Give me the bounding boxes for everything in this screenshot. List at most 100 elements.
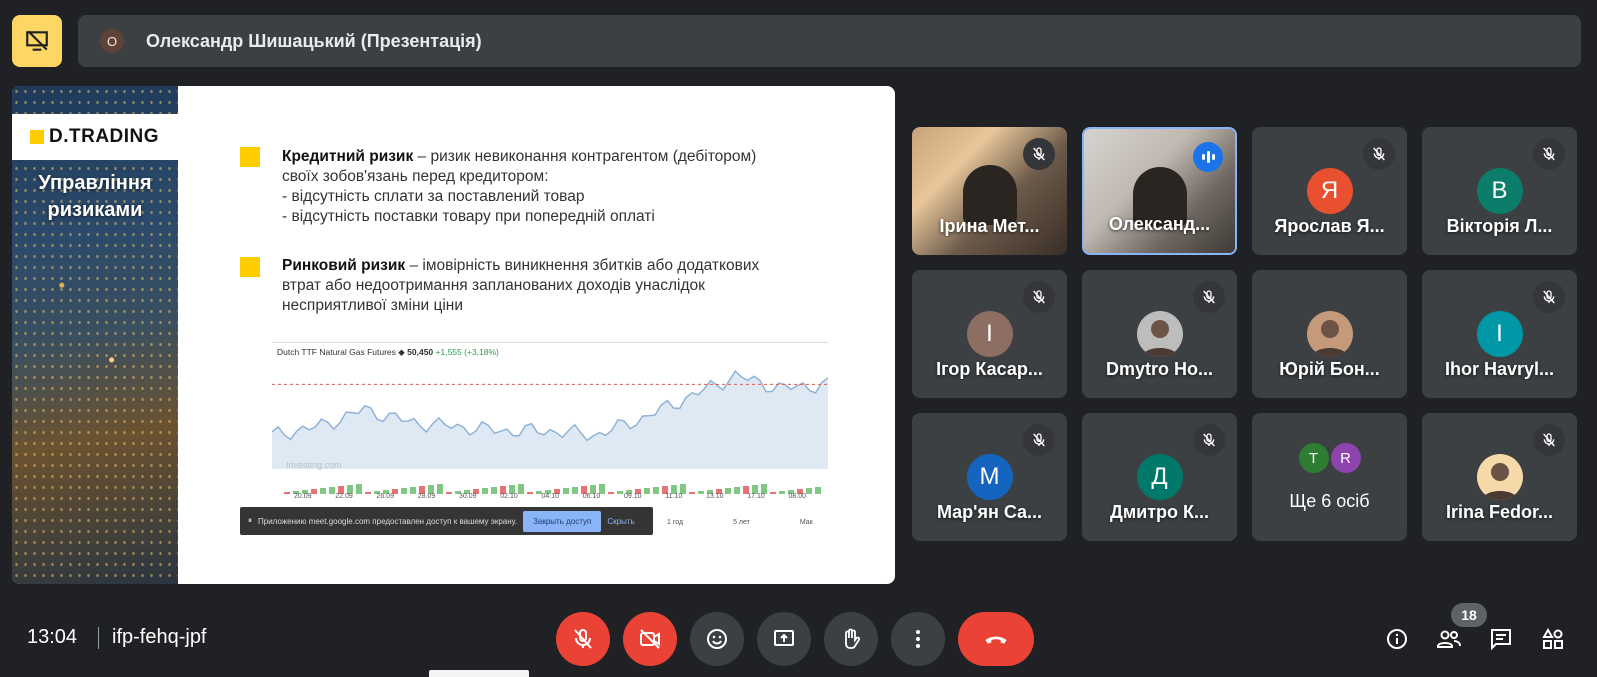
- tooltip: [429, 670, 529, 677]
- chart-title: Dutch TTF Natural Gas Futures ◆ 50,450 +…: [277, 347, 499, 357]
- chart-x-label: 17.10: [747, 493, 765, 500]
- avatar: Д: [1136, 454, 1183, 500]
- participant-name: Мар'ян Са...: [936, 502, 1043, 522]
- mic-muted-icon: [1023, 138, 1055, 170]
- avatar: І: [966, 311, 1013, 357]
- participant-name: Юрій Бон...: [1279, 359, 1380, 379]
- participant-name: Irina Fedor...: [1445, 502, 1554, 522]
- participant-tile[interactable]: Олександ...: [1082, 127, 1237, 255]
- activities-button[interactable]: [1538, 624, 1568, 654]
- chart-x-label: 20.09: [294, 493, 312, 500]
- credit-risk-paragraph: Кредитний ризик – ризик невиконання конт…: [282, 148, 757, 225]
- presenter-avatar: О: [100, 29, 124, 53]
- stop-sharing-button[interactable]: Закрыть доступ: [523, 510, 602, 532]
- mic-muted-icon: [1193, 424, 1225, 456]
- camera-off-icon: [640, 629, 660, 649]
- avatar: [1476, 454, 1523, 500]
- reactions-button[interactable]: [690, 612, 744, 666]
- more-vert-icon: [916, 630, 920, 648]
- camera-off-button[interactable]: [623, 612, 677, 666]
- avatar: Я: [1306, 168, 1353, 214]
- speaking-indicator-icon: [1193, 142, 1223, 172]
- people-icon: [1437, 630, 1461, 648]
- mic-off-button[interactable]: [556, 612, 610, 666]
- presentation-slide: D.TRADING Управління ризиками Кредитний …: [12, 86, 895, 584]
- more-options-button[interactable]: [891, 612, 945, 666]
- chart-x-label: 26.09: [376, 493, 395, 500]
- stop-presenting-icon[interactable]: [12, 15, 62, 67]
- meeting-code: ifp-fehq-jpf: [112, 626, 207, 648]
- mic-muted-icon: [1193, 281, 1225, 313]
- price-chart: Dutch TTF Natural Gas Futures ◆ 50,450 +…: [272, 342, 828, 526]
- slide-side-image: [12, 86, 178, 584]
- mic-muted-icon: [1533, 138, 1565, 170]
- bullet-square: [240, 257, 260, 277]
- participant-tile[interactable]: Д Дмитро К...: [1082, 413, 1237, 541]
- chart-range-tab[interactable]: 1 год: [667, 519, 683, 526]
- leave-call-button[interactable]: [958, 612, 1034, 666]
- participant-name: Ірина Мет...: [939, 216, 1040, 236]
- chart-x-label: 11.10: [665, 493, 683, 500]
- mic-off-icon: [574, 629, 592, 649]
- present-screen-button[interactable]: [757, 612, 811, 666]
- participant-tile[interactable]: Ірина Мет...: [912, 127, 1067, 255]
- more-participants-label: Ще 6 осіб: [1289, 491, 1370, 511]
- chart-plot: [272, 370, 828, 494]
- chat-button[interactable]: [1486, 624, 1516, 654]
- chart-range-tab[interactable]: Мак: [800, 519, 813, 526]
- avatar: T: [1298, 443, 1329, 473]
- mic-muted-icon: [1363, 138, 1395, 170]
- chart-range-tabs: 1 год 5 лет Мак: [667, 519, 813, 526]
- chart-area: [272, 371, 828, 469]
- brand-logo: D.TRADING: [12, 114, 178, 160]
- participant-tile[interactable]: В Вікторія Л...: [1422, 127, 1577, 255]
- participant-tile[interactable]: Я Ярослав Я...: [1252, 127, 1407, 255]
- avatar: I: [1476, 311, 1523, 357]
- chart-x-label: 02.10: [500, 493, 518, 500]
- participant-name: Дмитро К...: [1110, 502, 1209, 522]
- participant-tile[interactable]: М Мар'ян Са...: [912, 413, 1067, 541]
- avatar: М: [966, 454, 1013, 500]
- slide-heading: Управління ризиками: [38, 172, 152, 221]
- raise-hand-button[interactable]: [824, 612, 878, 666]
- participant-tile[interactable]: Юрій Бон...: [1252, 270, 1407, 398]
- info-icon: [1387, 629, 1407, 649]
- presenter-banner: О Олександр Шишацький (Презентація): [78, 15, 1581, 67]
- chart-range-tab[interactable]: 5 лет: [733, 519, 750, 526]
- hang-up-icon: [985, 636, 1007, 644]
- chart-x-label: 04.10: [541, 493, 560, 500]
- participant-name: Ігор Касар...: [936, 359, 1043, 379]
- screen-share-notice: ⏸ Приложению meet.google.com предоставле…: [240, 507, 653, 535]
- hide-notice-link[interactable]: Скрыть: [607, 517, 634, 526]
- avatar: [1306, 311, 1353, 357]
- people-button[interactable]: [1434, 624, 1464, 654]
- mic-muted-icon: [1533, 281, 1565, 313]
- divider: [98, 627, 99, 649]
- mic-muted-icon: [1533, 424, 1565, 456]
- present-icon: [774, 630, 794, 646]
- avatar: R: [1330, 443, 1361, 473]
- participant-tile[interactable]: T R Ще 6 осіб: [1252, 413, 1407, 541]
- participant-name: Dmytro Ho...: [1105, 359, 1213, 379]
- participant-tile[interactable]: Dmytro Ho...: [1082, 270, 1237, 398]
- participant-tile[interactable]: I Ihor Havryl...: [1422, 270, 1577, 398]
- participant-name: Ярослав Я...: [1274, 216, 1385, 236]
- presenter-title: Олександр Шишацький (Презентація): [146, 30, 482, 51]
- activities-icon: [1542, 627, 1563, 649]
- meeting-clock: 13:04: [27, 626, 78, 648]
- chart-x-labels: 20.09 22.09 26.09 28.09 30.09 02.10 04.10 06.10…: [272, 493, 828, 500]
- more-avatars: TR: [1298, 443, 1361, 473]
- participant-name: Вікторія Л...: [1446, 216, 1553, 236]
- chart-x-label: 08.00: [788, 493, 806, 500]
- chart-x-label: 22.09: [335, 493, 353, 500]
- chart-watermark: Investing.com: [286, 460, 342, 470]
- participant-tile[interactable]: І Ігор Касар...: [912, 270, 1067, 398]
- chart-x-label: 28.09: [417, 493, 436, 500]
- chart-x-label: 13.10: [705, 493, 724, 500]
- hand-icon: [845, 628, 861, 649]
- participant-name: Ihor Havryl...: [1444, 359, 1555, 379]
- participant-tile[interactable]: Irina Fedor...: [1422, 413, 1577, 541]
- chart-x-label: 09.10: [624, 493, 642, 500]
- chart-x-label: 06.10: [582, 493, 601, 500]
- meeting-details-button[interactable]: [1382, 624, 1412, 654]
